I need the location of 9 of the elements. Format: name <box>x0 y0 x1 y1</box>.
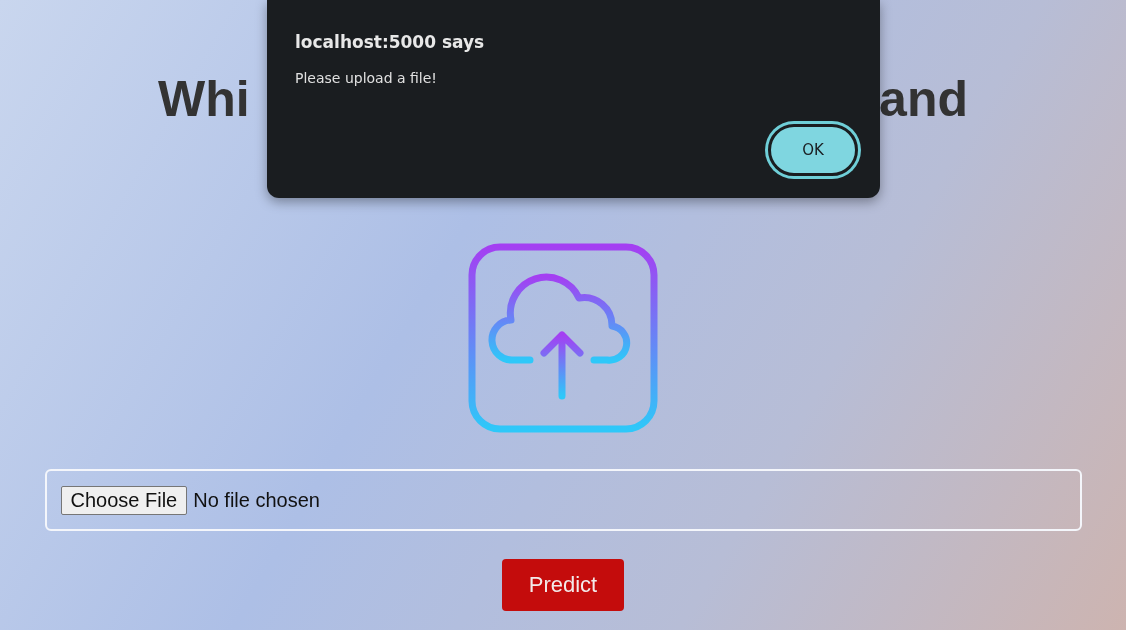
dialog-title: localhost:5000 says <box>295 32 486 52</box>
ok-button[interactable]: OK <box>768 124 858 176</box>
file-status: No file chosen <box>193 488 320 512</box>
predict-button[interactable]: Predict <box>502 559 624 611</box>
page-heading: Whi <box>158 70 250 128</box>
page-heading: and <box>879 70 968 128</box>
dialog-message: Please upload a file! <box>295 70 438 86</box>
cloud-upload-icon <box>468 243 658 433</box>
choose-file-button[interactable]: Choose File <box>60 485 188 515</box>
